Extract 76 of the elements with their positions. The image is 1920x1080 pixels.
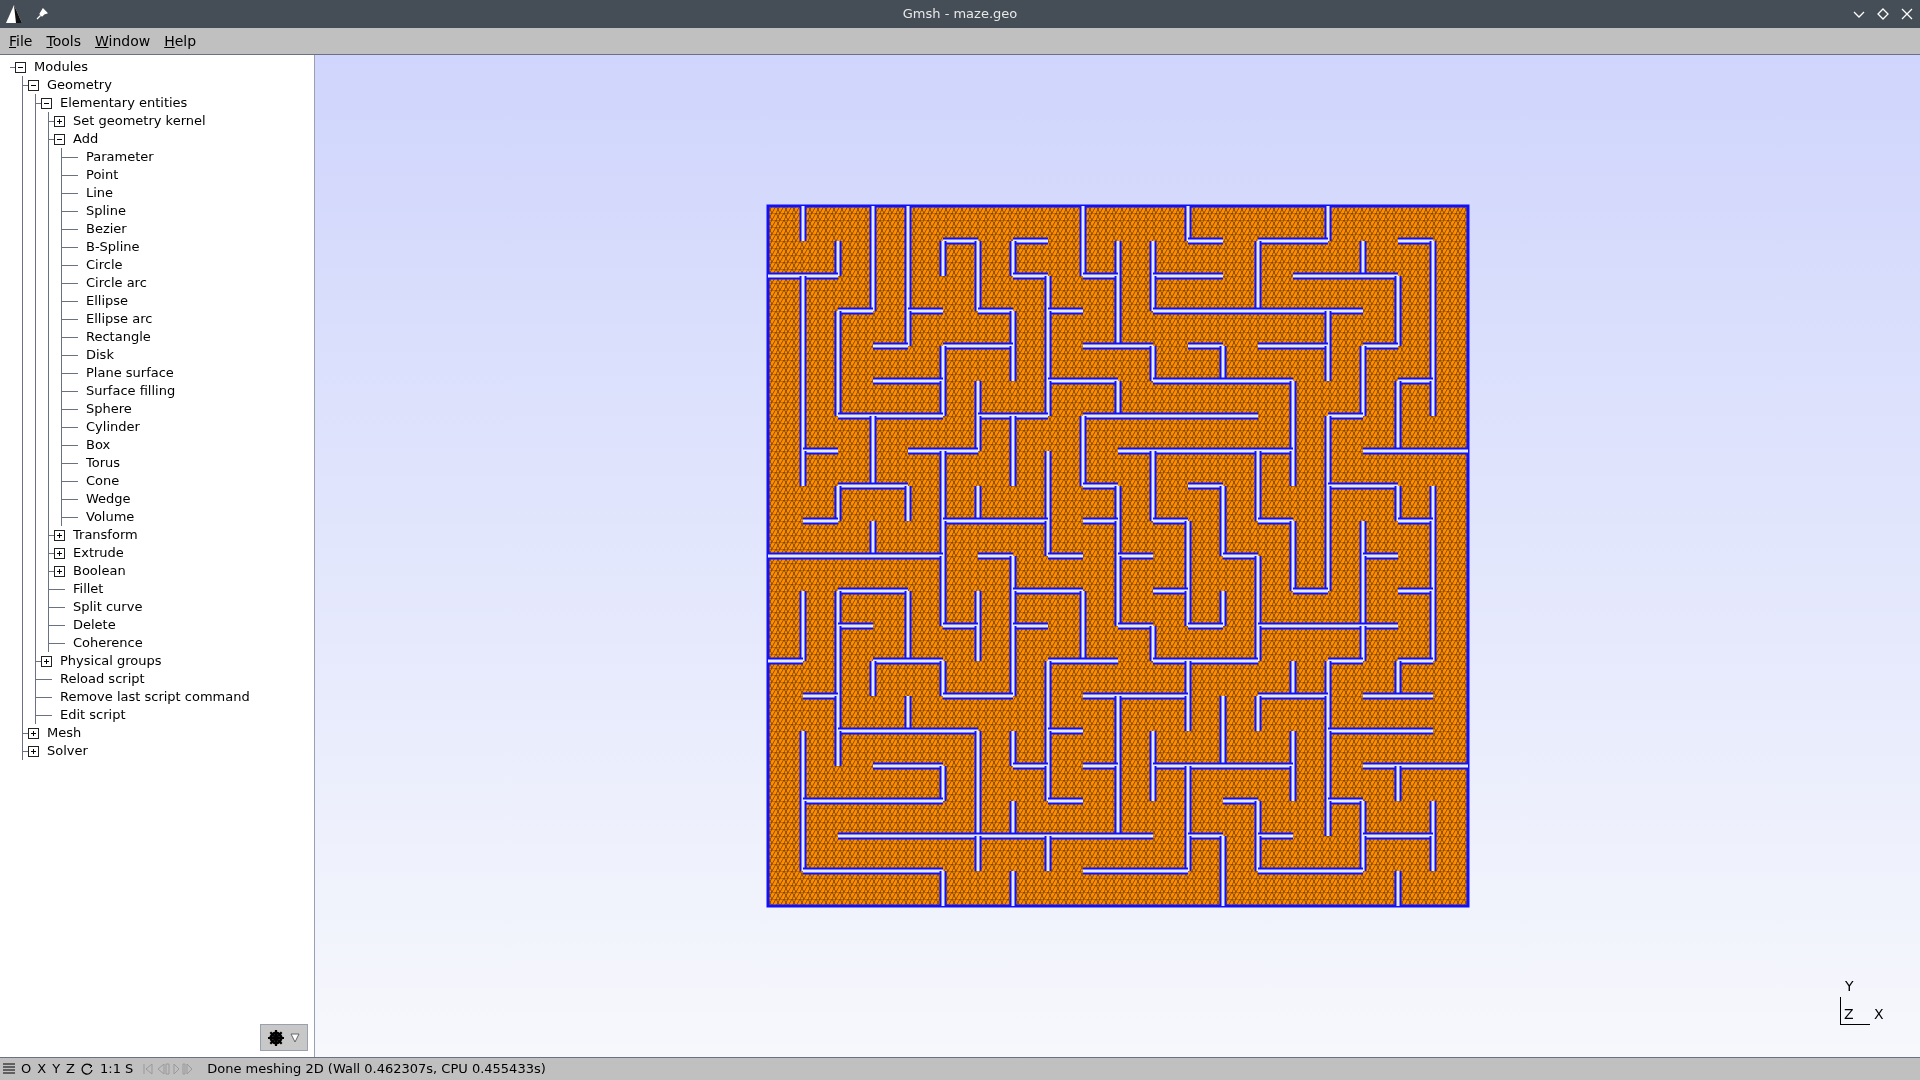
menu-item[interactable]: Help xyxy=(158,30,203,52)
minus-toggle-icon[interactable] xyxy=(15,61,26,73)
menu-icon[interactable] xyxy=(2,1062,16,1076)
status-message: Done meshing 2D (Wall 0.462307s, CPU 0.455433s) xyxy=(207,1060,546,1079)
tree-item[interactable]: Ellipse xyxy=(86,291,129,311)
tree-item[interactable]: Volume xyxy=(86,507,135,527)
tree-item[interactable]: Box xyxy=(86,435,111,455)
tree-item[interactable]: Boolean xyxy=(73,561,126,581)
tree-item[interactable]: Edit script xyxy=(60,705,126,725)
tree-item[interactable]: Line xyxy=(86,183,114,203)
plus-toggle-icon[interactable] xyxy=(41,655,52,667)
plus-toggle-icon[interactable] xyxy=(28,727,39,739)
axis-drawing xyxy=(1840,997,1870,1025)
tree-item[interactable]: B-Spline xyxy=(86,237,140,257)
tree-item[interactable]: Extrude xyxy=(73,543,124,563)
plus-toggle-icon[interactable] xyxy=(54,547,65,559)
tree-item[interactable]: Spline xyxy=(86,201,126,221)
tree-item[interactable]: Mesh xyxy=(47,723,82,743)
tree-item[interactable]: Plane surface xyxy=(86,363,174,383)
view-button[interactable]: Y xyxy=(51,1059,62,1079)
tree-item[interactable]: Ellipse arc xyxy=(86,309,153,329)
minus-toggle-icon[interactable] xyxy=(28,79,39,91)
pin-icon[interactable] xyxy=(36,8,48,20)
tree-item[interactable]: Wedge xyxy=(86,489,131,509)
view-button[interactable]: Z xyxy=(65,1059,76,1079)
dropdown-caret-icon xyxy=(290,1032,300,1043)
plus-toggle-icon[interactable] xyxy=(28,745,39,757)
axis-label: Y xyxy=(1845,979,1854,993)
window-title: Gmsh - maze.geo xyxy=(902,5,1018,24)
tree-item[interactable]: Solver xyxy=(47,741,88,761)
menu-item[interactable]: Tools xyxy=(40,30,87,52)
graphics-viewport[interactable]: Y Z X xyxy=(315,55,1920,1057)
rotate-icon[interactable] xyxy=(80,1062,94,1076)
view-button[interactable]: X xyxy=(36,1059,48,1079)
snap-button[interactable]: S xyxy=(124,1059,134,1079)
axis-label: X xyxy=(1874,1007,1884,1021)
view-button[interactable]: O xyxy=(20,1059,33,1079)
tree-item[interactable]: Remove last script command xyxy=(60,687,250,707)
tree-item[interactable]: Bezier xyxy=(86,219,127,239)
minus-toggle-icon[interactable] xyxy=(54,133,65,145)
menu-item[interactable]: Window xyxy=(88,30,157,52)
gear-icon xyxy=(268,1029,284,1046)
app-logo-icon xyxy=(4,4,24,24)
menu-item[interactable]: File xyxy=(3,30,39,52)
tree-item[interactable]: Circle xyxy=(86,255,123,275)
minus-toggle-icon[interactable] xyxy=(41,97,52,109)
tree-item[interactable]: Transform xyxy=(73,525,138,545)
tree-item[interactable]: Add xyxy=(73,129,99,149)
tree-item[interactable]: Parameter xyxy=(86,147,154,167)
tree-item[interactable]: Disk xyxy=(86,345,114,365)
tree-item[interactable]: Cone xyxy=(86,471,120,491)
tree-item[interactable]: Sphere xyxy=(86,399,132,419)
tree-item[interactable]: Delete xyxy=(73,615,116,635)
tree-item[interactable]: Coherence xyxy=(73,633,143,653)
tree-item[interactable]: Reload script xyxy=(60,669,145,689)
plus-toggle-icon[interactable] xyxy=(54,565,65,577)
tree-item[interactable]: Modules xyxy=(34,57,89,77)
tree-item[interactable]: Elementary entities xyxy=(60,93,188,113)
options-button[interactable] xyxy=(260,1024,308,1051)
scale-button[interactable]: 1:1 xyxy=(100,1059,121,1079)
close-icon[interactable] xyxy=(1900,7,1914,21)
tree-item[interactable]: Rectangle xyxy=(86,327,151,347)
tree-item[interactable]: Surface filling xyxy=(86,381,176,401)
tree-item[interactable]: Physical groups xyxy=(60,651,162,671)
tree-item[interactable]: Circle arc xyxy=(86,273,147,293)
tree-item[interactable]: Cylinder xyxy=(86,417,140,437)
tree-item[interactable]: Torus xyxy=(86,453,121,473)
tree-item[interactable]: Set geometry kernel xyxy=(73,111,206,131)
axis-label: Z xyxy=(1844,1007,1854,1021)
tree-item[interactable]: Fillet xyxy=(73,579,104,599)
tree-item[interactable]: Geometry xyxy=(47,75,112,95)
maximize-icon[interactable] xyxy=(1876,7,1890,21)
plus-toggle-icon[interactable] xyxy=(54,115,65,127)
plus-toggle-icon[interactable] xyxy=(54,529,65,541)
tree-item[interactable]: Split curve xyxy=(73,597,143,617)
tree-item[interactable]: Point xyxy=(86,165,119,185)
